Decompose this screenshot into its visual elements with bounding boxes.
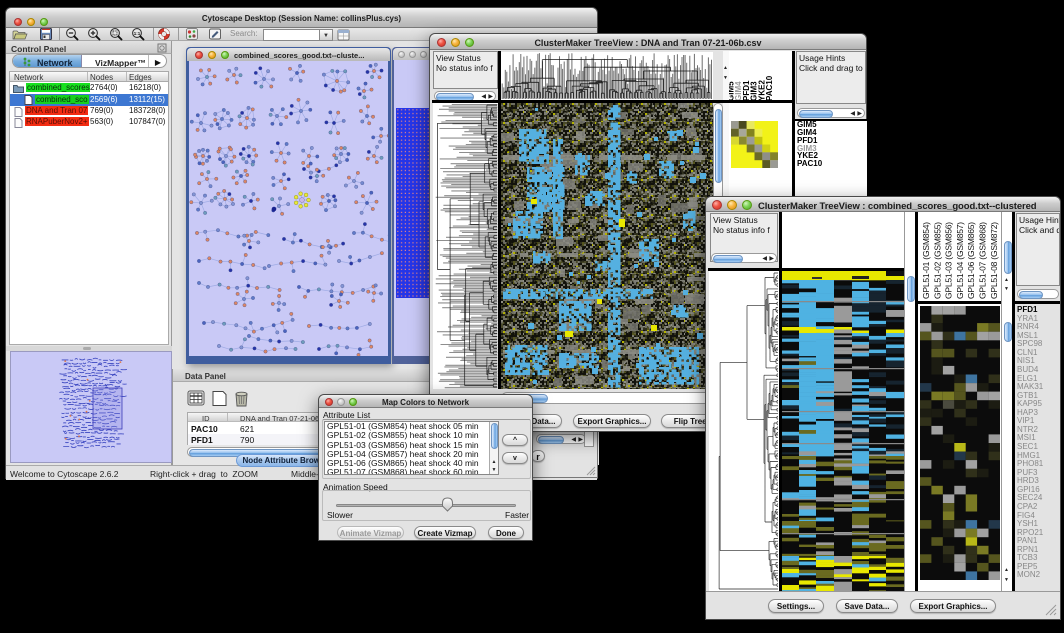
svg-text:GPL51-02 (GSM855): GPL51-02 (GSM855) xyxy=(932,222,942,299)
svg-text:GPL51-04 (GSM857): GPL51-04 (GSM857) xyxy=(955,222,965,299)
svg-text:GPL51-06 (GSM865): GPL51-06 (GSM865) xyxy=(966,222,976,299)
svg-text:GPL51-03 (GSM856): GPL51-03 (GSM856) xyxy=(944,222,954,299)
svg-text:GPL51-01 (GSM854): GPL51-01 (GSM854) xyxy=(921,222,931,299)
svg-text:1:1: 1:1 xyxy=(134,31,141,36)
svg-text:GPL51-08 (GSM872): GPL51-08 (GSM872) xyxy=(989,222,999,299)
svg-text:PAC10: PAC10 xyxy=(765,75,774,101)
svg-text:GPL51-07 (GSM868): GPL51-07 (GSM868) xyxy=(978,222,988,299)
svg-text:Search:: Search: xyxy=(230,29,258,38)
